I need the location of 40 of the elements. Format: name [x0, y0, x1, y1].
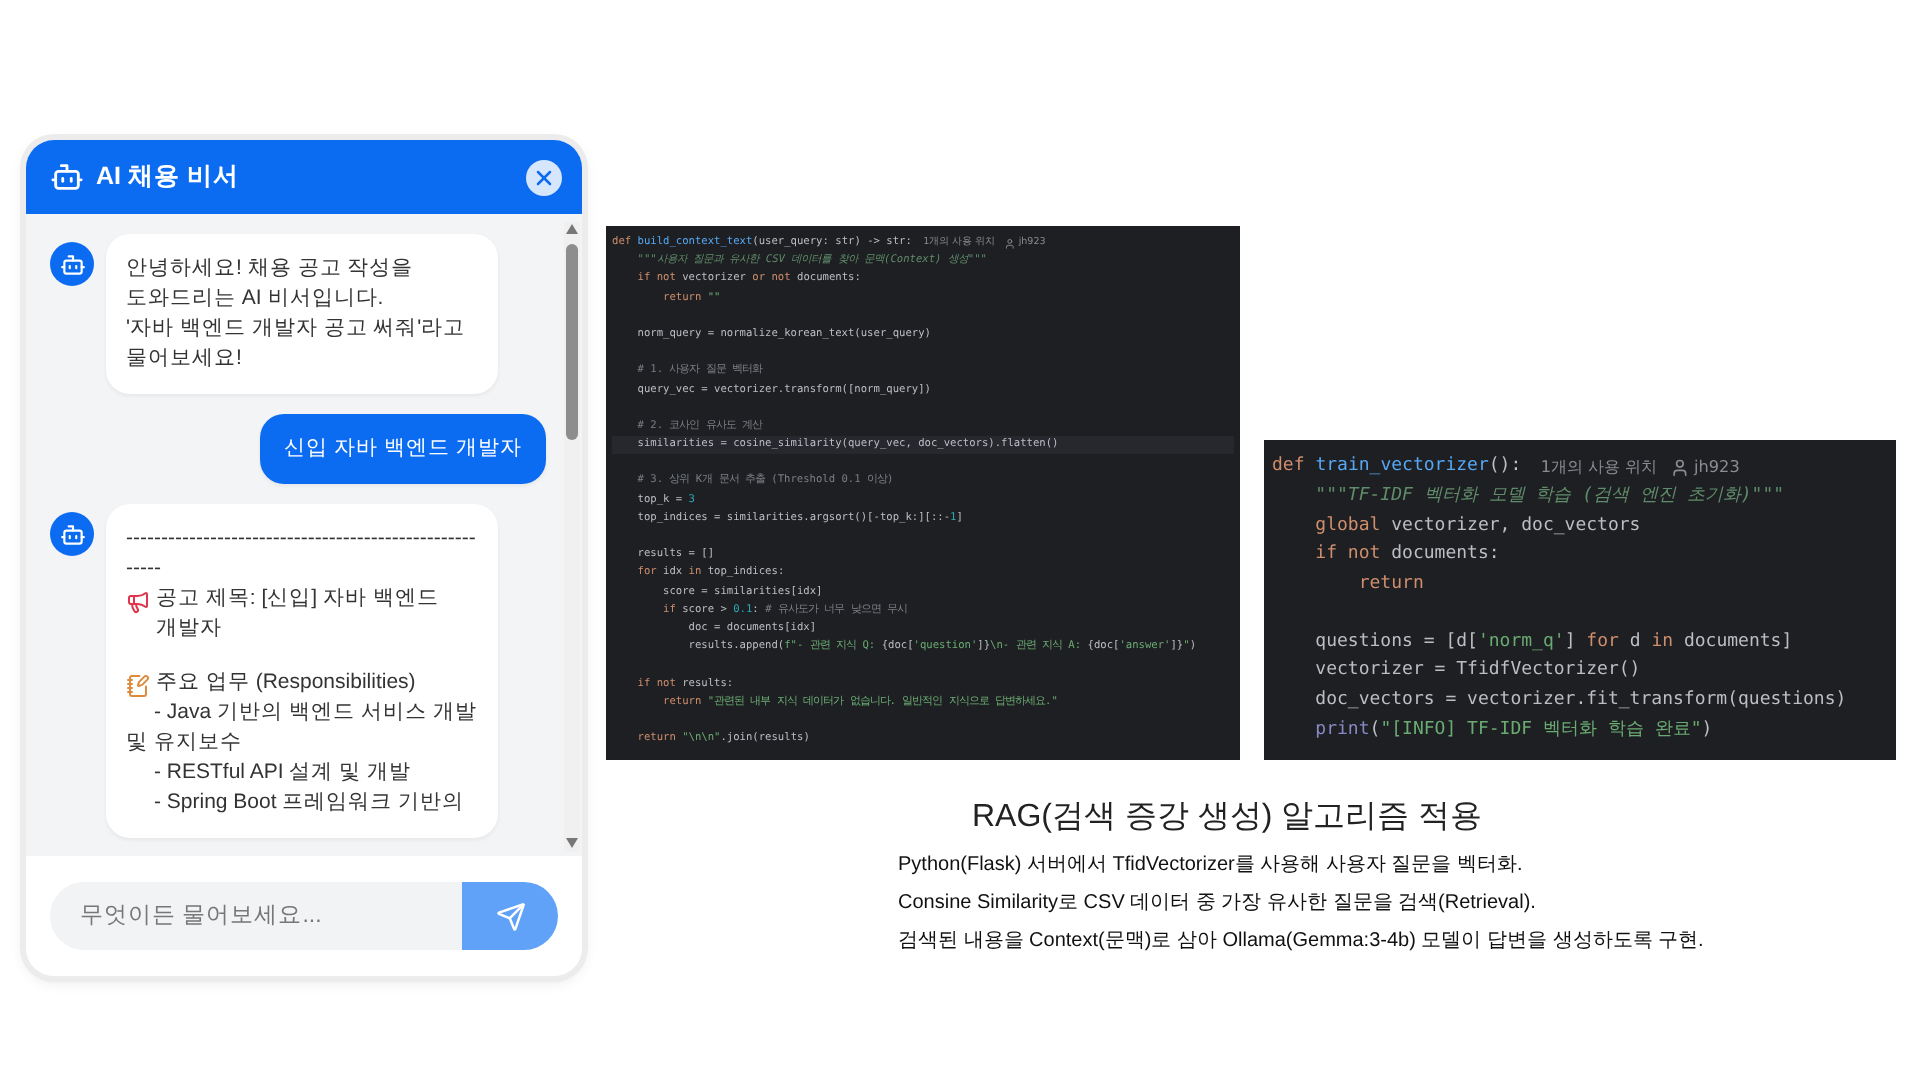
message-text: 신입 자바 백엔드 개발자	[284, 434, 522, 464]
bullet-item: - Spring Boot 프레임워크 기반의	[152, 788, 467, 818]
code-line: doc_vectors = vectorizer.fit_transform(questions)	[1313, 688, 1847, 715]
bullet-item: - RESTful API 설계 및 개발	[152, 758, 414, 788]
scrollbar-thumb[interactable]	[566, 244, 578, 440]
description-line: Python(Flask) 서버에서 TfidVectorizer를 사용해 사용자 질문을 벡터화.	[898, 852, 1523, 881]
usage-count[interactable]: 1개의 사용 위치	[1540, 452, 1658, 482]
code-line: global vectorizer, doc_vectors	[1313, 513, 1641, 539]
code-line: return	[1356, 571, 1424, 598]
message-input[interactable]: 무엇이든 물어보세요...	[50, 882, 462, 950]
megaphone-icon	[126, 590, 150, 614]
code-line: if not documents:	[1313, 542, 1500, 569]
description-line: 검색된 내용을 Context(문맥)로 삼아 Ollama(Gemma:3-4b) 모델이 답변을 생성하도록 구현.	[898, 928, 1704, 957]
person-icon	[1003, 237, 1015, 250]
robot-icon	[50, 160, 84, 194]
slide-heading: RAG(검색 증강 생성) 알고리즘 적용	[972, 798, 1483, 839]
description-line: Consine Similarity로 CSV 데이터 중 가장 유사한 질문을 검색(Retrieval).	[898, 890, 1536, 919]
code-line: vectorizer = TfidfVectorizer()	[1313, 658, 1641, 685]
chat-title: AI 채용 비서	[96, 160, 241, 194]
bullet-item: - Java 기반의 백엔드 서비스 개발 및 유지보수	[126, 698, 479, 758]
posting-title: 공고 제목: [신입] 자바 백엔드 개발자	[156, 584, 441, 644]
section-heading: 주요 업무 (Responsibilities)	[156, 668, 416, 698]
close-icon	[532, 165, 556, 189]
send-icon	[495, 901, 525, 931]
memo-icon	[126, 674, 150, 698]
scrollbar[interactable]	[564, 222, 580, 852]
scroll-down-icon[interactable]	[566, 838, 578, 848]
code-line: questions = [d['norm_q'] for d in documents]	[1313, 629, 1793, 656]
close-button[interactable]	[526, 159, 562, 195]
code-line: print("[INFO] TF-IDF 벡터화 학습 완료")	[1313, 717, 1713, 744]
author-link[interactable]: jh923	[1670, 452, 1740, 482]
scroll-up-icon[interactable]	[566, 224, 578, 234]
person-icon	[1670, 457, 1691, 478]
code-line: """TF-IDF 벡터화 모델 학습 (검색 엔진 초기화)"""	[1313, 483, 1785, 510]
bot-avatar	[50, 242, 94, 286]
send-button[interactable]	[462, 882, 558, 950]
bot-avatar	[50, 512, 94, 556]
divider-text: -------------------------------------------------------	[126, 524, 478, 584]
message-text: 안녕하세요! 채용 공고 작성을 도와드리는 AI 비서입니다. '자바 백엔드 개발자 공고 써줘'라고 물어보세요!	[126, 254, 468, 374]
code-line: def train_vectorizer():	[1272, 454, 1522, 481]
